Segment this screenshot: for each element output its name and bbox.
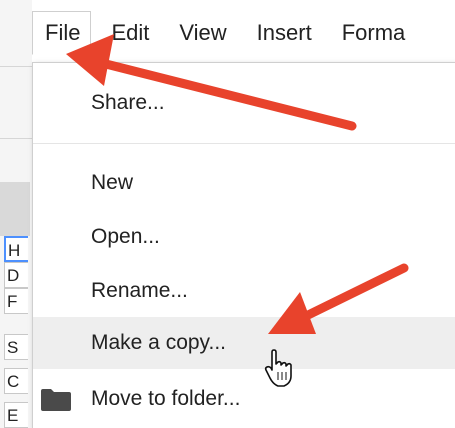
background-divider: [0, 138, 32, 139]
menu-item-label: Open...: [91, 225, 160, 248]
background-cell: E: [4, 402, 28, 428]
menu-separator: [33, 143, 455, 144]
menu-format[interactable]: Forma: [332, 12, 416, 54]
background-cell: D: [4, 262, 28, 288]
menu-edit[interactable]: Edit: [101, 12, 159, 54]
menu-item-label: Make a copy...: [91, 331, 227, 354]
folder-icon: [41, 389, 71, 411]
menu-file[interactable]: File: [32, 11, 92, 55]
menu-item-label: New: [91, 171, 134, 194]
background-gray-block: [0, 182, 30, 236]
menu-item-label: Move to folder...: [91, 387, 241, 410]
menu-insert[interactable]: Insert: [247, 12, 322, 54]
background-sheet: H D F S C E: [0, 0, 32, 428]
menu-item-make-a-copy[interactable]: Make a copy...: [33, 317, 455, 369]
menu-item-label: Share...: [91, 91, 165, 114]
menu-view[interactable]: View: [169, 12, 236, 54]
menu-item-label: Rename...: [91, 279, 188, 302]
menu-item-share[interactable]: Share...: [33, 77, 455, 129]
background-cell: C: [4, 368, 28, 394]
file-menu-dropdown: Share... New Open... Rename... Make a co…: [32, 62, 455, 428]
menu-item-new[interactable]: New: [33, 157, 455, 209]
background-cell: S: [4, 334, 28, 360]
menu-item-rename[interactable]: Rename...: [33, 265, 455, 317]
menu-bar: File Edit View Insert Forma: [32, 0, 455, 66]
screen: H D F S C E File Edit View Insert Forma …: [0, 0, 455, 428]
menu-item-open[interactable]: Open...: [33, 211, 455, 263]
background-cell: F: [4, 288, 28, 314]
menu-item-move-to-folder[interactable]: Move to folder...: [33, 373, 455, 425]
background-cell: H: [4, 236, 28, 262]
background-divider: [0, 66, 32, 67]
